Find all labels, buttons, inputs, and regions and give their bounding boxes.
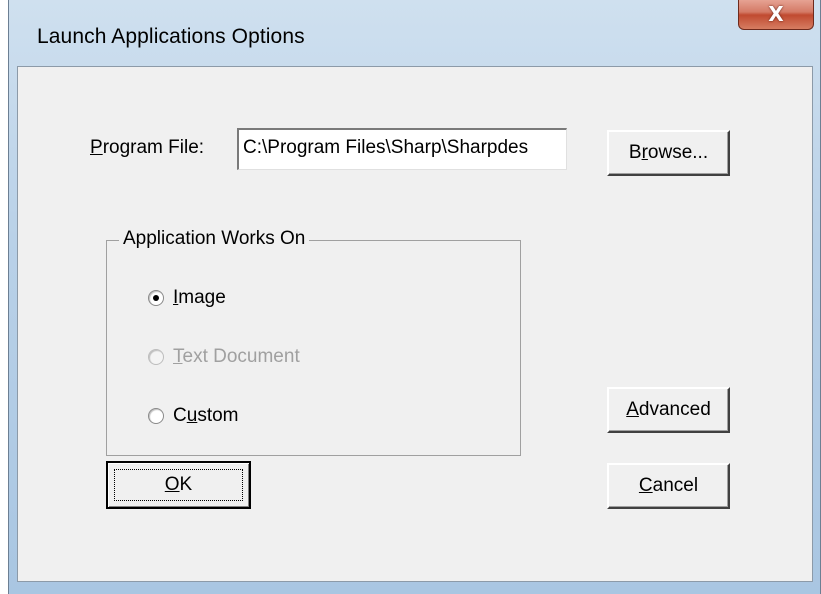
- radio-custom-label: Custom: [173, 405, 239, 426]
- advanced-button[interactable]: Advanced: [607, 387, 730, 433]
- title-bar[interactable]: Launch Applications Options X: [9, 0, 820, 66]
- radio-text-document-label: Text Document: [173, 346, 300, 367]
- radio-image[interactable]: Image: [148, 287, 226, 309]
- close-button[interactable]: X: [738, 0, 814, 30]
- application-works-on-group: Application Works On Image Text Document…: [106, 228, 521, 456]
- ok-button[interactable]: OK: [106, 461, 251, 509]
- radio-image-label: Image: [173, 287, 226, 308]
- dialog-frame: Launch Applications Options X Program Fi…: [8, 0, 821, 594]
- window-title: Launch Applications Options: [37, 25, 305, 48]
- program-file-input[interactable]: C:\Program Files\Sharp\Sharpdes: [237, 128, 567, 170]
- browse-button[interactable]: Browse...: [607, 130, 730, 176]
- program-file-label: Program File:: [90, 137, 205, 158]
- advanced-button-label: Advanced: [626, 399, 711, 420]
- dialog-client-area: Program File: C:\Program Files\Sharp\Sha…: [17, 66, 813, 582]
- cancel-button-label: Cancel: [638, 475, 699, 496]
- radio-custom-button[interactable]: [148, 408, 164, 424]
- focus-rectangle: [114, 469, 243, 501]
- browse-button-label: Browse...: [628, 142, 709, 163]
- radio-custom[interactable]: Custom: [148, 405, 239, 427]
- radio-text-document: Text Document: [148, 346, 300, 368]
- radio-image-button[interactable]: [148, 290, 164, 306]
- close-icon: X: [768, 1, 784, 26]
- group-title: Application Works On: [119, 228, 310, 250]
- radio-text-document-button: [148, 349, 164, 365]
- cancel-button[interactable]: Cancel: [607, 463, 730, 509]
